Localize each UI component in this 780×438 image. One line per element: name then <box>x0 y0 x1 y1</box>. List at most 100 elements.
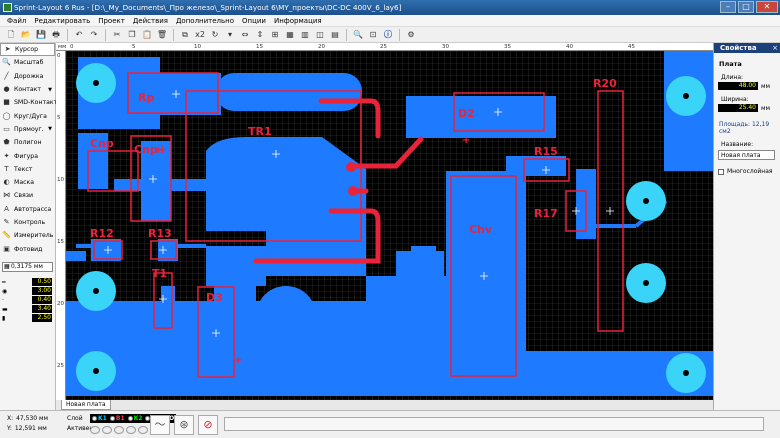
layer-name: K2 <box>133 415 143 422</box>
smd-width-field[interactable]: 3.40 <box>32 305 52 314</box>
layer-k2[interactable]: K2 <box>127 414 143 423</box>
tool-13[interactable]: ✎ Контроль <box>0 216 55 229</box>
ungroup-icon[interactable]: ▥ <box>298 28 312 41</box>
ruler-top-tick: 35 <box>504 44 511 50</box>
tool-10[interactable]: ◐ Маска <box>0 176 55 189</box>
mirror-vertical-icon[interactable]: ⇕ <box>253 28 267 41</box>
x-value: 47,530 мм <box>16 415 49 422</box>
align-icon[interactable]: ⊞ <box>268 28 282 41</box>
pad-inner-field[interactable]: 0.40 <box>32 296 52 305</box>
menu-item-5[interactable]: Опции <box>238 15 270 26</box>
mirror-horizontal-icon[interactable]: ⇔ <box>238 28 252 41</box>
multilayer-label: Многослойная <box>727 168 773 175</box>
maximize-button[interactable]: □ <box>738 1 754 13</box>
component-icon[interactable]: ▤ <box>328 28 342 41</box>
rotate-icon[interactable]: ↻ <box>208 28 222 41</box>
multilayer-checkbox[interactable]: Многослойная <box>714 160 780 175</box>
minimize-button[interactable]: – <box>720 1 736 13</box>
active-toggle-k2[interactable] <box>114 426 124 434</box>
smd-height-field[interactable]: 2.50 <box>32 314 52 323</box>
figure-icon: ✦ <box>3 151 10 160</box>
copy-icon[interactable]: ❐ <box>125 28 139 41</box>
tool-15[interactable]: ▣ Фотовид <box>0 242 55 255</box>
layer-radio[interactable] <box>92 416 97 421</box>
ruler-left-tick: 25 <box>57 363 64 369</box>
properties-close-button[interactable]: × <box>772 43 778 53</box>
layer-icon[interactable]: ◫ <box>313 28 327 41</box>
svg-text:+: + <box>462 135 470 146</box>
track-width-field[interactable]: 0.50 <box>32 278 52 287</box>
tool-7[interactable]: ⬟ Полигон <box>0 136 55 149</box>
tool-0[interactable]: ➤ Курсор <box>0 43 55 57</box>
tool-4[interactable]: ■ SMD-Контакт <box>0 96 57 109</box>
tab-new-board[interactable]: Новая плата <box>61 400 111 410</box>
board-name-input[interactable]: Новая плата <box>718 150 775 160</box>
pcb-board[interactable]: Rp TR1 D2 R20 Cnp Cnp+ R15 R17 R12 R13 C… <box>66 51 713 400</box>
tool-9[interactable]: T Текст <box>0 163 55 176</box>
tool-11[interactable]: ⋈ Связи <box>0 189 55 202</box>
tool-8[interactable]: ✦ Фигура <box>0 149 55 162</box>
pad-outer-field[interactable]: 3.00 <box>32 287 52 296</box>
width-field[interactable]: 25.40 <box>718 104 758 112</box>
zoom-fit-icon[interactable]: ⊡ <box>366 28 380 41</box>
zoom-icon[interactable]: 🔍 <box>351 28 365 41</box>
menu-item-6[interactable]: Информация <box>270 15 326 26</box>
open-folder-icon[interactable]: 📂 <box>19 28 33 41</box>
drc-off-icon[interactable]: ⊘ <box>198 415 218 435</box>
menu-item-0[interactable]: Файл <box>3 15 30 26</box>
ruler-left-tick: 10 <box>57 177 64 183</box>
label-chv: Chv <box>469 223 493 236</box>
tool-12[interactable]: A Автотрасса <box>0 203 55 216</box>
menu-item-3[interactable]: Действия <box>129 15 172 26</box>
cut-icon[interactable]: ✂ <box>110 28 124 41</box>
polygon-icon: ⬟ <box>3 138 10 147</box>
layer-b1[interactable]: B1 <box>109 414 125 423</box>
settings-gear-icon[interactable]: ⚙ <box>404 28 418 41</box>
tool-14[interactable]: 📏 Измеритель <box>0 229 55 242</box>
pcb-canvas[interactable]: мм 0 5 10 15 20 25 30 35 40 45 0 5 10 15 20 25 <box>56 43 713 400</box>
new-file-icon[interactable]: 🗋 <box>4 28 18 41</box>
ruler-top-tick: 30 <box>442 44 449 50</box>
active-toggle-k1[interactable] <box>90 426 100 434</box>
active-toggle-b1[interactable] <box>102 426 112 434</box>
save-icon[interactable]: 💾 <box>34 28 48 41</box>
chevron-down-icon[interactable]: ▾ <box>223 28 237 41</box>
tool-6[interactable]: ▭ Прямоуг. ▼ <box>0 123 55 136</box>
delete-icon[interactable]: 🗑 <box>155 28 169 41</box>
grid-size-field[interactable]: ▦ 0,3175 мм <box>2 261 53 272</box>
active-toggle-o[interactable] <box>138 426 148 434</box>
smd-pad-icon: ■ <box>3 98 10 107</box>
tool-2[interactable]: ╱ Дорожка <box>0 70 55 83</box>
menu-item-2[interactable]: Проект <box>94 15 129 26</box>
undo-icon[interactable]: ↶ <box>72 28 86 41</box>
duplicate-icon[interactable]: ⧉ <box>178 28 192 41</box>
smd-width-row: ▬ 3.40 <box>0 305 55 314</box>
print-icon[interactable]: 🖶 <box>49 28 63 41</box>
layer-radio[interactable] <box>127 416 133 421</box>
tool-5[interactable]: ◯ Круг/Дуга <box>0 109 55 122</box>
close-button[interactable]: ✕ <box>756 1 778 13</box>
active-toggle-b2[interactable] <box>126 426 136 434</box>
snap-icon[interactable]: ⊛ <box>174 415 194 435</box>
layer-k1[interactable]: K1 <box>92 414 107 423</box>
length-field[interactable]: 48.00 <box>718 82 758 90</box>
label-cnp: Cnp <box>90 137 114 150</box>
chevron-down-icon[interactable]: ▼ <box>48 126 52 132</box>
tool-3[interactable]: ● Контакт ▼ <box>0 83 55 96</box>
route-mode-icon[interactable]: 〜 <box>150 415 170 435</box>
zoom-factor-button[interactable]: x2 <box>193 28 207 41</box>
layer-radio[interactable] <box>109 416 115 421</box>
menu-item-1[interactable]: Редактировать <box>30 15 94 26</box>
ruler-top-tick: 5 <box>132 44 136 50</box>
tool-label: Прямоуг. <box>14 125 44 133</box>
menu-item-4[interactable]: Дополнительно <box>172 15 238 26</box>
tool-1[interactable]: 🔍 Масштаб <box>0 56 55 69</box>
smd-size-icon: ▬ <box>2 305 8 313</box>
redo-icon[interactable]: ↷ <box>87 28 101 41</box>
group-icon[interactable]: ▦ <box>283 28 297 41</box>
checkbox-box[interactable] <box>718 168 724 175</box>
rectangle-icon: ▭ <box>3 124 10 133</box>
paste-icon[interactable]: 📋 <box>140 28 154 41</box>
info-icon[interactable]: ⓘ <box>381 28 395 41</box>
chevron-down-icon[interactable]: ▼ <box>48 87 52 93</box>
